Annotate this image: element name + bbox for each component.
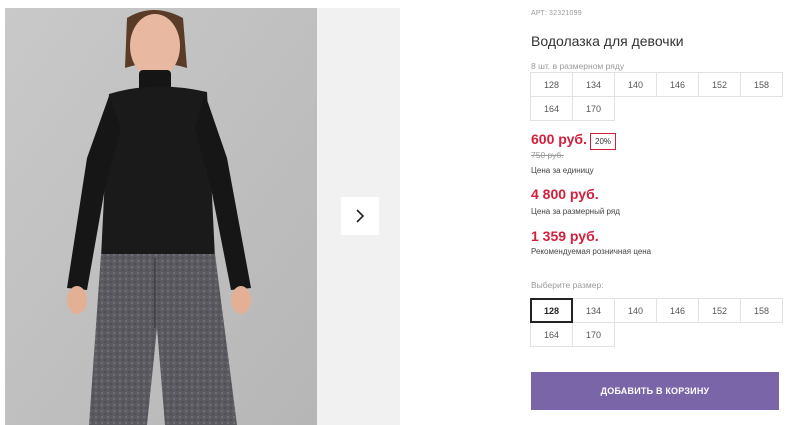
size-option[interactable]: 152 <box>698 298 741 323</box>
choose-size-label: Выберите размер: <box>531 280 604 290</box>
article-label: АРТ: <box>531 10 548 17</box>
unit-price: 600 руб. <box>531 131 587 147</box>
chevron-right-icon <box>356 209 365 223</box>
size-picker-grid: 128 134 140 146 152 158 164 170 <box>530 298 783 347</box>
product-photo-illustration <box>5 8 317 425</box>
product-gallery <box>5 8 400 425</box>
size-option[interactable]: 164 <box>530 322 573 347</box>
series-size-cell: 164 <box>530 96 573 121</box>
series-size-cell: 128 <box>530 72 573 97</box>
gallery-next-button[interactable] <box>341 197 379 235</box>
product-photo <box>5 8 317 425</box>
series-count-note: 8 шт. в размерном ряду <box>531 61 625 71</box>
rrp-price: 1 359 руб. <box>531 228 599 244</box>
size-option-selected[interactable]: 128 <box>530 298 573 323</box>
rrp-price-label: Рекомендуемая розничная цена <box>531 247 652 256</box>
article-number: АРТ: 32321099 <box>531 10 582 17</box>
series-size-cell: 170 <box>572 96 615 121</box>
size-option[interactable]: 140 <box>614 298 657 323</box>
series-size-cell: 152 <box>698 72 741 97</box>
product-title: Водолазка для девочки <box>531 33 684 49</box>
series-price-label: Цена за размерный ряд <box>531 207 620 216</box>
series-size-grid: 128 134 140 146 152 158 164 170 <box>530 72 783 121</box>
series-size-cell: 134 <box>572 72 615 97</box>
size-option[interactable]: 146 <box>656 298 699 323</box>
series-price: 4 800 руб. <box>531 186 599 202</box>
add-to-cart-button[interactable]: ДОБАВИТЬ В КОРЗИНУ <box>531 372 779 410</box>
size-option[interactable]: 158 <box>740 298 783 323</box>
old-price: 750 руб. <box>531 150 564 160</box>
size-option[interactable]: 134 <box>572 298 615 323</box>
size-option[interactable]: 170 <box>572 322 615 347</box>
discount-badge: 20% <box>590 133 617 150</box>
unit-price-label: Цена за единицу <box>531 166 594 175</box>
series-size-cell: 140 <box>614 72 657 97</box>
article-value: 32321099 <box>549 10 582 17</box>
series-size-cell: 158 <box>740 72 783 97</box>
series-size-cell: 146 <box>656 72 699 97</box>
